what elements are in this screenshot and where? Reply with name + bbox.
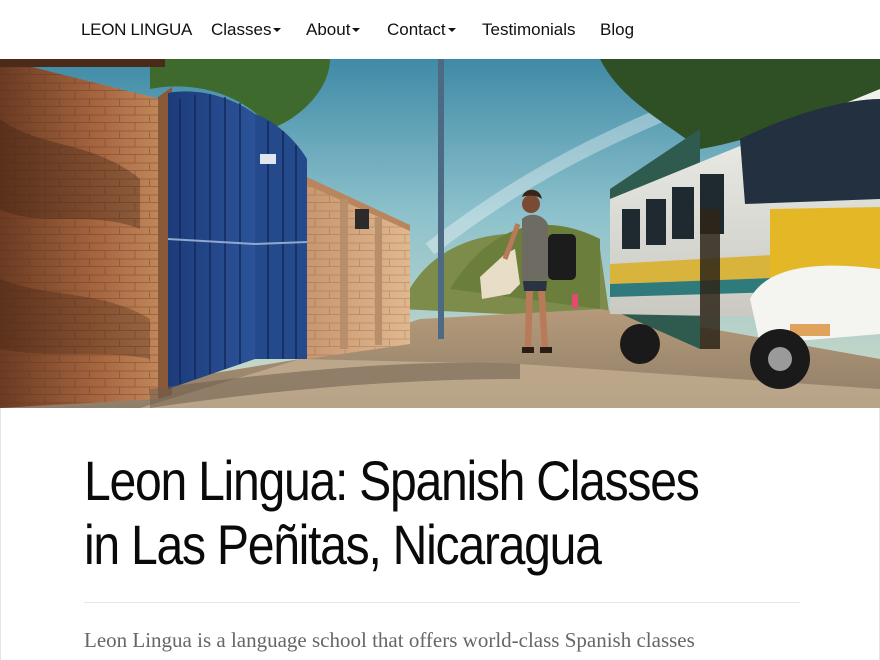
- nav-item-classes-label: Classes: [211, 20, 272, 39]
- hero-photo: [0, 59, 880, 408]
- nav-item-testimonials[interactable]: Testimonials: [482, 0, 576, 59]
- nav-item-about-label: About: [306, 20, 351, 39]
- caret-down-icon: [447, 27, 456, 32]
- intro-paragraph: Leon Lingua is a language school that of…: [84, 628, 695, 652]
- nav-item-classes[interactable]: Classes: [211, 0, 282, 59]
- nav-item-blog[interactable]: Blog: [600, 0, 634, 59]
- nav-item-contact[interactable]: Contact: [387, 0, 456, 59]
- top-navigation: LEON LINGUA Classes About Contact Testim…: [0, 0, 880, 59]
- nav-item-contact-label: Contact: [387, 20, 446, 39]
- title-divider: [84, 602, 800, 603]
- caret-down-icon: [352, 27, 361, 32]
- nav-item-about[interactable]: About: [306, 0, 361, 59]
- brand-link[interactable]: LEON LINGUA: [81, 0, 192, 59]
- page-title: Leon Lingua: Spanish Classes in Las Peñi…: [84, 449, 700, 576]
- caret-down-icon: [273, 27, 282, 32]
